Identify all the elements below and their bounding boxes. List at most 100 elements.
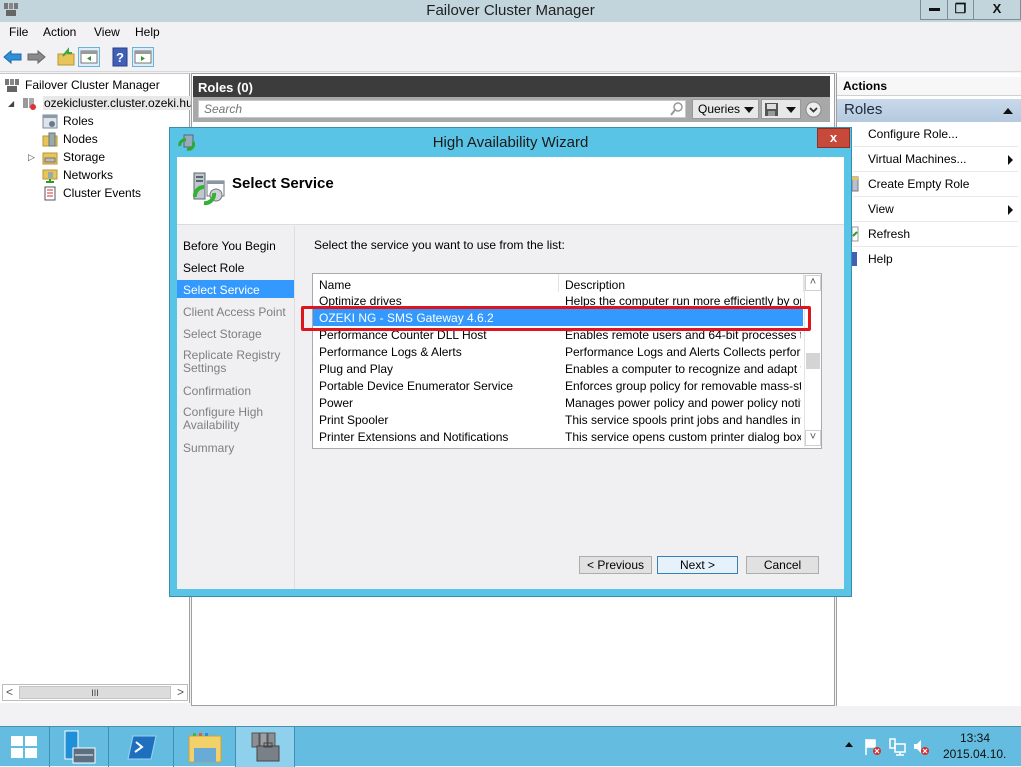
console-tree: Failover Cluster Manager ◢ ozekicluster.… bbox=[0, 73, 194, 703]
section-label: Roles bbox=[844, 101, 883, 118]
forward-icon[interactable] bbox=[25, 47, 47, 67]
action-center-flag-icon[interactable] bbox=[864, 738, 882, 756]
expand-icon[interactable]: ◢ bbox=[8, 99, 22, 108]
step-select-service[interactable]: Select Service bbox=[177, 280, 294, 298]
step-before-you-begin[interactable]: Before You Begin bbox=[183, 240, 276, 253]
restore-button[interactable]: ❐ bbox=[947, 0, 974, 20]
dropdown-arrow-icon bbox=[786, 107, 796, 113]
tree-item-root[interactable]: Failover Cluster Manager bbox=[4, 76, 160, 94]
action-help[interactable]: Help bbox=[868, 252, 893, 266]
close-icon: X bbox=[992, 1, 1002, 16]
tree-item-networks[interactable]: Networks bbox=[42, 166, 113, 184]
roles-icon bbox=[42, 114, 58, 129]
save-query-button[interactable] bbox=[761, 99, 801, 119]
previous-button[interactable]: < Previous bbox=[579, 556, 652, 574]
network-icon[interactable] bbox=[888, 738, 906, 756]
wizard-prompt: Select the service you want to use from … bbox=[314, 238, 565, 252]
toolbar: ? bbox=[0, 43, 1021, 111]
tree-horizontal-scrollbar[interactable]: < III > bbox=[2, 684, 188, 701]
step-client-access-point: Client Access Point bbox=[183, 305, 286, 319]
service-row[interactable]: Performance Counter DLL Host Enables remo… bbox=[313, 326, 803, 343]
service-list[interactable]: Name Description Optimize drives Helps th… bbox=[312, 273, 822, 449]
scroll-thumb[interactable]: III bbox=[19, 686, 171, 699]
scroll-thumb[interactable] bbox=[806, 353, 820, 369]
tree-label: Networks bbox=[63, 168, 114, 182]
close-button[interactable]: X bbox=[973, 0, 1021, 20]
taskbar-powershell[interactable] bbox=[109, 727, 174, 767]
service-row[interactable]: Printer Extensions and Notifications This… bbox=[313, 428, 803, 445]
collapse-section-icon[interactable] bbox=[1003, 108, 1013, 114]
step-replicate-registry-settings: Replicate Registry Settings bbox=[183, 348, 281, 375]
submenu-arrow-icon bbox=[1008, 205, 1013, 215]
menu-action[interactable]: Action bbox=[43, 25, 76, 39]
search-input[interactable] bbox=[198, 100, 686, 118]
action-refresh[interactable]: Refresh bbox=[868, 227, 910, 241]
tree-item-roles[interactable]: Roles bbox=[42, 112, 94, 130]
tree-item-cluster[interactable]: ◢ ozekicluster.cluster.ozeki.hu bbox=[8, 94, 194, 112]
actions-section-roles[interactable]: Roles bbox=[837, 99, 1021, 122]
show-hide-console-tree-button[interactable] bbox=[78, 47, 100, 67]
tray-overflow-icon[interactable] bbox=[845, 742, 853, 747]
service-row[interactable]: Optimize drives Helps the computer run mo… bbox=[313, 292, 803, 309]
service-row[interactable]: Plug and Play Enables a computer to recog… bbox=[313, 360, 803, 377]
menu-file[interactable]: File bbox=[9, 25, 28, 39]
action-view[interactable]: View bbox=[868, 202, 894, 216]
divider bbox=[853, 171, 1018, 172]
menu-help[interactable]: Help bbox=[135, 25, 160, 39]
help-icon[interactable]: ? bbox=[109, 47, 131, 67]
menu-view[interactable]: View bbox=[94, 25, 120, 39]
action-pane-icon bbox=[134, 50, 152, 64]
taskbar-server-manager[interactable] bbox=[50, 727, 109, 767]
tree-item-storage[interactable]: ▷ Storage bbox=[28, 148, 105, 166]
start-button[interactable] bbox=[0, 727, 50, 767]
wizard-close-button[interactable]: x bbox=[817, 128, 850, 148]
column-header-description[interactable]: Description bbox=[559, 274, 804, 292]
clock-date[interactable]: 2015.04.10. bbox=[943, 747, 1006, 761]
tree-item-cluster-events[interactable]: Cluster Events bbox=[42, 184, 141, 202]
tree-item-nodes[interactable]: Nodes bbox=[42, 130, 98, 148]
tree-label: Roles bbox=[63, 114, 94, 128]
scroll-left-icon[interactable]: < bbox=[6, 685, 13, 699]
roles-header: Roles (0) bbox=[193, 76, 830, 97]
service-list-scrollbar[interactable]: ˄ ˅ bbox=[804, 275, 821, 447]
close-icon: x bbox=[829, 130, 838, 145]
service-row[interactable]: Print Spooler This service spools print j… bbox=[313, 411, 803, 428]
taskbar bbox=[0, 726, 1021, 767]
expand-icon[interactable]: ▷ bbox=[28, 152, 42, 163]
cancel-button[interactable]: Cancel bbox=[746, 556, 819, 574]
volume-muted-icon[interactable] bbox=[912, 738, 930, 756]
back-icon[interactable] bbox=[2, 47, 24, 67]
service-row[interactable]: Power Manages power policy and power poli… bbox=[313, 394, 803, 411]
search-icon[interactable] bbox=[669, 101, 685, 117]
dropdown-arrow-icon bbox=[744, 107, 754, 113]
wizard-title: High Availability Wizard bbox=[432, 134, 589, 151]
service-row[interactable]: Portable Device Enumerator Service Enforc… bbox=[313, 377, 803, 394]
scroll-up-icon[interactable]: ˄ bbox=[805, 275, 821, 291]
service-row-selected[interactable]: OZEKI NG - SMS Gateway 4.6.2 bbox=[313, 309, 803, 326]
step-select-role[interactable]: Select Role bbox=[183, 262, 244, 275]
action-create-empty-role[interactable]: Create Empty Role bbox=[868, 177, 969, 191]
service-row[interactable]: Performance Logs & Alerts Performance Log… bbox=[313, 343, 803, 360]
refresh-icon bbox=[851, 226, 859, 242]
tree-label: Nodes bbox=[63, 132, 98, 146]
failover-cluster-manager-icon bbox=[251, 732, 280, 762]
up-folder-icon[interactable] bbox=[55, 47, 77, 67]
taskbar-failover-cluster-manager[interactable] bbox=[236, 727, 295, 767]
storage-icon bbox=[42, 150, 58, 165]
minimize-button[interactable] bbox=[920, 0, 948, 20]
action-configure-role[interactable]: Configure Role... bbox=[868, 127, 958, 141]
scroll-right-icon[interactable]: > bbox=[177, 685, 184, 699]
tree-label: Cluster Events bbox=[63, 186, 142, 200]
column-header-name[interactable]: Name bbox=[313, 274, 559, 292]
next-button[interactable]: Next > bbox=[657, 556, 738, 574]
windows-logo-icon bbox=[11, 736, 37, 758]
action-virtual-machines[interactable]: Virtual Machines... bbox=[868, 152, 967, 166]
scroll-down-icon[interactable]: ˅ bbox=[805, 430, 821, 446]
queries-button[interactable]: Queries bbox=[692, 99, 759, 119]
show-hide-action-pane-button[interactable] bbox=[132, 47, 154, 67]
svg-text:?: ? bbox=[116, 50, 124, 65]
clock-time[interactable]: 13:34 bbox=[955, 731, 995, 745]
step-select-storage: Select Storage bbox=[183, 327, 262, 341]
taskbar-file-explorer[interactable] bbox=[174, 727, 236, 767]
expand-collapse-icon[interactable] bbox=[805, 101, 822, 118]
